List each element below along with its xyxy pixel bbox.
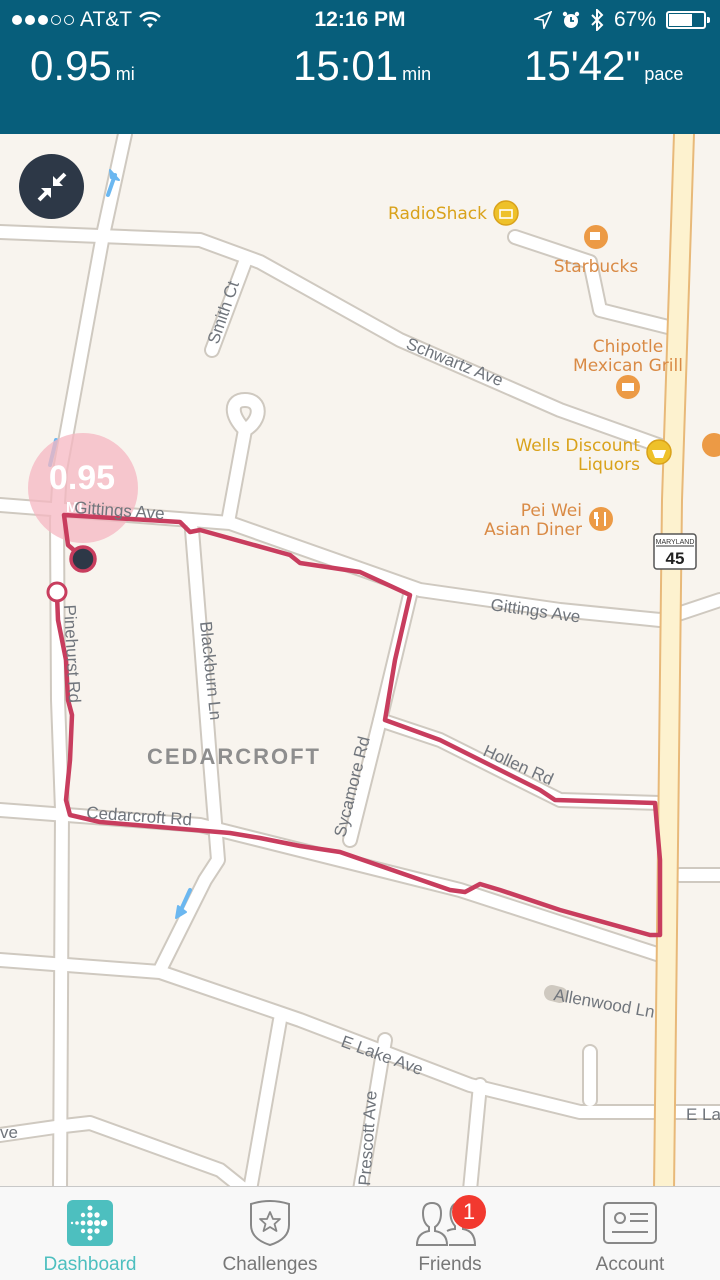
shopping-bag-icon xyxy=(493,200,519,226)
shield-star-icon xyxy=(246,1199,294,1247)
poi-label: Asian Diner xyxy=(484,520,582,540)
friends-notification-badge: 1 xyxy=(452,1195,486,1229)
duration-value: 15:01 xyxy=(293,42,399,89)
stats-header: AT&T 12:16 PM 67% 0.95 mi 15:01 min 15'4… xyxy=(0,0,720,134)
pace-unit: pace xyxy=(644,64,684,84)
duration-unit: min xyxy=(402,64,432,84)
app-root: AT&T 12:16 PM 67% 0.95 mi 15:01 min 15'4… xyxy=(0,0,720,1280)
poi-label: Wells Discount xyxy=(515,436,640,456)
location-arrow-icon xyxy=(533,11,552,29)
alarm-clock-icon xyxy=(562,11,580,28)
pace-stat: 15'42" pace xyxy=(524,42,683,90)
bubble-distance-value: 0.95 xyxy=(49,459,115,497)
distance-value: 0.95 xyxy=(30,42,112,89)
id-card-icon xyxy=(602,1199,658,1247)
poi-radioshack[interactable]: RadioShack xyxy=(388,200,519,226)
street-label: E La xyxy=(686,1105,720,1124)
poi-label: Pei Wei xyxy=(521,501,582,521)
shield-number: 45 xyxy=(666,549,685,568)
tab-dashboard[interactable]: Dashboard xyxy=(0,1187,180,1280)
bottom-tab-bar: Dashboard Challenges 1 Friends Account xyxy=(0,1186,720,1280)
duration-stat: 15:01 min xyxy=(293,42,431,90)
workout-stats: 0.95 mi 15:01 min 15'42" pace xyxy=(0,42,720,98)
tab-label: Dashboard xyxy=(43,1254,137,1275)
poi-label: Liquors xyxy=(578,455,640,475)
shield-state: MARYLAND xyxy=(656,539,695,546)
poi-label: Chipotle xyxy=(593,337,663,357)
status-bar: AT&T 12:16 PM 67% xyxy=(0,6,720,36)
distance-marker-bubble: 0.95 MI xyxy=(28,433,138,543)
fitbit-dots-icon xyxy=(66,1199,114,1247)
pace-value: 15'42" xyxy=(524,42,641,89)
tab-label: Challenges xyxy=(222,1254,318,1275)
poi-label: Mexican Grill xyxy=(573,356,683,376)
poi-label: Starbucks xyxy=(554,257,639,277)
tab-label: Account xyxy=(595,1254,665,1275)
bluetooth-icon xyxy=(591,9,604,31)
route-start-marker xyxy=(46,581,68,603)
battery-icon xyxy=(666,11,710,29)
tab-label: Friends xyxy=(418,1254,482,1275)
tab-account[interactable]: Account xyxy=(540,1187,720,1280)
distance-stat: 0.95 mi xyxy=(30,42,135,90)
map-view[interactable]: 0.95 MI Smith Ct Schwartz Ave Gittings A… xyxy=(0,134,720,1186)
poi-label: RadioShack xyxy=(388,204,487,224)
route-current-position-marker xyxy=(69,545,97,573)
battery-percent: 67% xyxy=(613,8,656,31)
collapse-map-button[interactable] xyxy=(19,154,84,219)
collapse-arrows-icon xyxy=(37,172,66,201)
distance-unit: mi xyxy=(115,64,135,84)
street-label: ve xyxy=(0,1123,18,1142)
maryland-route-shield: MARYLAND 45 xyxy=(653,533,697,570)
map-canvas: 0.95 MI Smith Ct Schwartz Ave Gittings A… xyxy=(0,134,720,1186)
tab-friends[interactable]: 1 Friends xyxy=(360,1187,540,1280)
tab-challenges[interactable]: Challenges xyxy=(180,1187,360,1280)
fork-knife-icon xyxy=(589,507,613,531)
neighborhood-label: CEDARCROFT xyxy=(147,744,321,769)
